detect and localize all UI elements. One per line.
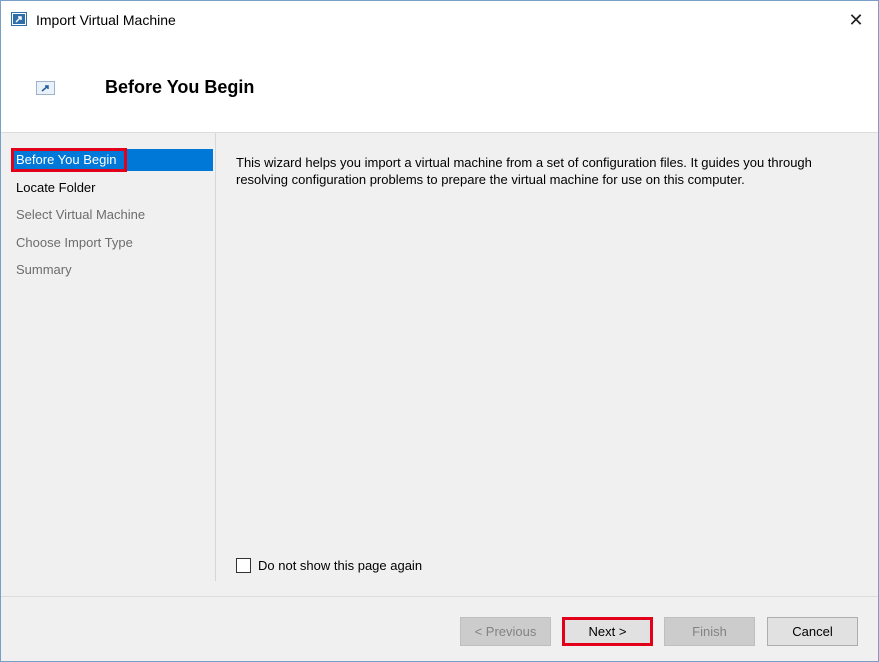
wizard-header: Before You Begin — [1, 39, 878, 133]
window-title: Import Virtual Machine — [36, 12, 176, 28]
wizard-steps-nav: Before You Begin Locate Folder Select Vi… — [1, 133, 216, 581]
title-bar: Import Virtual Machine ✕ — [1, 1, 878, 39]
nav-step-choose-import-type: Choose Import Type — [16, 235, 133, 250]
nav-step-before-you-begin[interactable]: Before You Begin — [11, 149, 213, 171]
previous-button[interactable]: < Previous — [460, 617, 551, 646]
import-vm-icon — [36, 81, 55, 95]
next-button[interactable]: Next > — [562, 617, 653, 646]
nav-step-select-virtual-machine: Select Virtual Machine — [16, 207, 146, 222]
import-vm-icon — [11, 12, 27, 26]
nav-step-locate-folder[interactable]: Locate Folder — [1, 177, 213, 199]
close-button[interactable]: ✕ — [834, 1, 878, 39]
finish-button[interactable]: Finish — [664, 617, 755, 646]
page-title: Before You Begin — [105, 77, 255, 97]
dont-show-again-checkbox[interactable] — [236, 557, 251, 573]
import-vm-dialog: Import Virtual Machine ✕ Before You Begi… — [0, 0, 879, 662]
wizard-description: This wizard helps you import a virtual m… — [236, 155, 812, 187]
footer-divider — [1, 596, 878, 597]
dont-show-again-label[interactable]: Do not show this page again — [258, 558, 422, 573]
nav-step-summary: Summary — [16, 262, 72, 277]
cancel-button[interactable]: Cancel — [767, 617, 858, 646]
close-icon: ✕ — [848, 9, 864, 30]
dont-show-again-row[interactable]: Do not show this page again — [236, 556, 422, 574]
